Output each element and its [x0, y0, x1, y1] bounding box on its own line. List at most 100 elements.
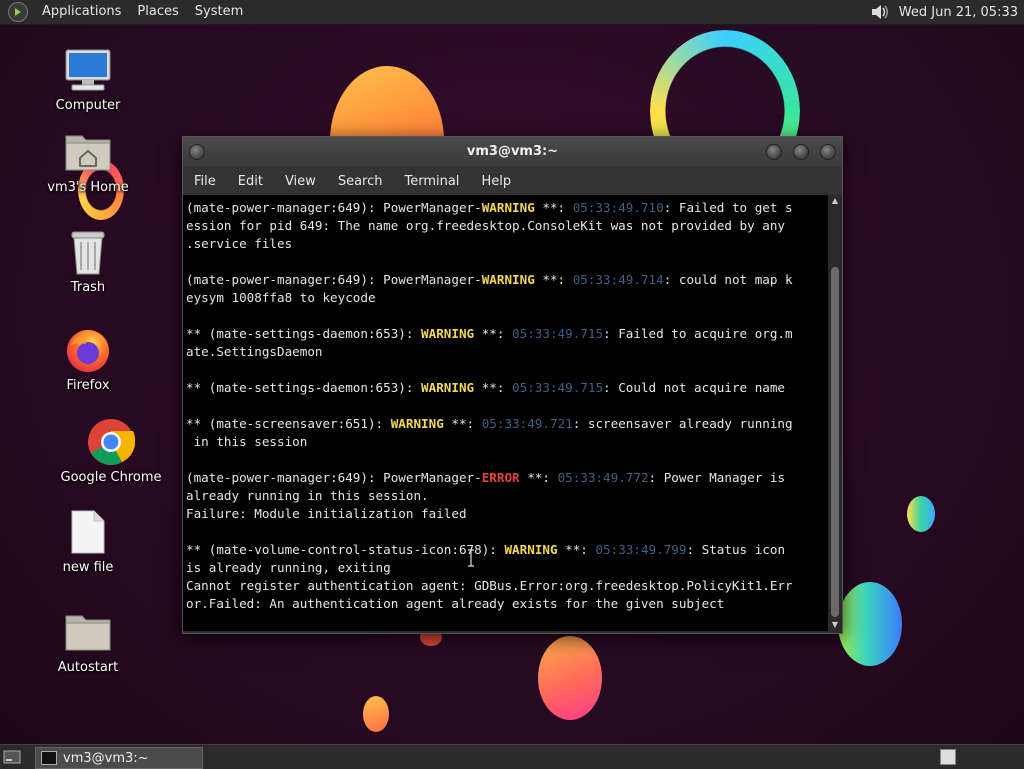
file-icon [64, 508, 112, 556]
terminal-text-segment: or.Failed: An authentication agent alrea… [186, 596, 725, 611]
maximize-icon[interactable] [793, 144, 809, 160]
volume-icon[interactable] [869, 2, 891, 22]
terminal-warning-label: WARNING [421, 380, 475, 395]
terminal-text-segment: : Power Manager is [648, 470, 786, 485]
menu-edit[interactable]: Edit [227, 174, 274, 189]
show-desktop-icon[interactable] [2, 748, 22, 766]
desktop-icon-autostart[interactable]: Autostart [33, 608, 143, 675]
menu-help[interactable]: Help [470, 174, 522, 189]
desktop-icon-home[interactable]: vm3's Home [33, 128, 143, 195]
menu-search[interactable]: Search [327, 174, 394, 189]
clock[interactable]: Wed Jun 21, 05:33 [891, 5, 1024, 20]
terminal-scrollbar[interactable]: ▲ ▼ [828, 195, 842, 631]
terminal-output[interactable]: (mate-power-manager:649): PowerManager- W… [183, 195, 828, 631]
terminal-text-segment: : Failed to acquire org.m [603, 326, 793, 341]
terminal-text-segment: Failure: Module initialization failed [186, 506, 467, 521]
desktop-icon-trash[interactable]: Trash [33, 228, 143, 295]
desktop-icon-label: Trash [70, 280, 106, 295]
terminal-text: (mate-power-manager:649): PowerManager- W… [183, 195, 828, 617]
terminal-window[interactable]: vm3@vm3:~ File Edit View Search Terminal… [182, 136, 843, 634]
terminal-line: Failure: Module initialization failed [186, 505, 825, 523]
terminal-timestamp: 05:33:49.772 [557, 470, 649, 485]
terminal-text-segment: eysym 1008ffa8 to keycode [186, 290, 376, 305]
terminal-text-segment: **: [474, 326, 513, 341]
wallpaper-orb [363, 696, 389, 732]
terminal-text-segment: ** (mate-volume-control-status-icon:678)… [186, 542, 505, 557]
terminal-text-segment: : Could not acquire name [603, 380, 786, 395]
menu-file[interactable]: File [183, 174, 227, 189]
desktop-icon-computer[interactable]: Computer [33, 46, 143, 113]
terminal-line: or.Failed: An authentication agent alrea… [186, 595, 825, 613]
terminal-text-segment: (mate-power-manager:649): PowerManager- [186, 470, 482, 485]
terminal-line: (mate-power-manager:649): PowerManager-E… [186, 469, 825, 487]
terminal-line: in this session [186, 433, 825, 451]
desktop-icon-label: Google Chrome [60, 470, 162, 485]
terminal-text-segment: already running in this session. [186, 488, 429, 503]
window-menu-icon[interactable] [189, 144, 205, 160]
taskbar-button-terminal[interactable]: vm3@vm3:~ [35, 747, 203, 769]
menu-places[interactable]: Places [129, 0, 186, 24]
desktop-icon-label: Firefox [66, 378, 110, 393]
desktop-icon-label: Autostart [57, 660, 119, 675]
terminal-timestamp: 05:33:49.710 [572, 200, 664, 215]
terminal-text-segment: ** (mate-screensaver:651): [186, 416, 391, 431]
trash-icon [64, 228, 112, 276]
menu-applications[interactable]: Applications [34, 0, 129, 24]
wallpaper-orb [838, 582, 902, 666]
scroll-down-icon[interactable]: ▼ [828, 619, 842, 631]
terminal-line: (mate-power-manager:649): PowerManager-W… [186, 199, 825, 217]
terminal-warning-label: WARNING [481, 200, 535, 215]
desktop-icon-firefox[interactable]: Firefox [33, 326, 143, 393]
terminal-line [186, 361, 825, 379]
menu-view[interactable]: View [274, 174, 327, 189]
terminal-text-segment: (mate-power-manager:649): PowerManager- [186, 272, 482, 287]
wallpaper-orb [538, 636, 602, 720]
terminal-line [186, 307, 825, 325]
window-titlebar[interactable]: vm3@vm3:~ [183, 137, 842, 167]
top-panel: Applications Places System Wed Jun 21, 0… [0, 0, 1024, 25]
minimize-icon[interactable] [766, 144, 782, 160]
terminal-menubar: File Edit View Search Terminal Help [183, 167, 842, 195]
scrollbar-thumb[interactable] [831, 267, 839, 617]
terminal-line: ** (mate-volume-control-status-icon:678)… [186, 541, 825, 559]
terminal-text-segment: : Failed to get s [663, 200, 793, 215]
window-title: vm3@vm3:~ [466, 144, 559, 159]
terminal-timestamp: 05:33:49.799 [595, 542, 687, 557]
close-icon[interactable] [820, 144, 836, 160]
terminal-text-segment: **: [534, 200, 573, 215]
text-cursor-icon [467, 549, 474, 567]
terminal-text-segment: : screensaver already running [572, 416, 793, 431]
terminal-timestamp: 05:33:49.715 [512, 380, 604, 395]
firefox-icon [64, 326, 112, 374]
folder-icon [64, 608, 112, 656]
menu-system[interactable]: System [187, 0, 251, 24]
bottom-panel: vm3@vm3:~ [0, 744, 1024, 769]
menu-terminal[interactable]: Terminal [393, 174, 470, 189]
workspace-switcher[interactable] [940, 749, 956, 765]
terminal-line: ession for pid 649: The name org.freedes… [186, 217, 825, 235]
terminal-text-segment: : could not map k [663, 272, 793, 287]
terminal-warning-label: WARNING [390, 416, 444, 431]
desktop-icon-new-file[interactable]: new file [33, 508, 143, 575]
terminal-text-segment: **: [534, 272, 573, 287]
home-folder-icon [64, 128, 112, 176]
terminal-line: (mate-power-manager:649): PowerManager-W… [186, 271, 825, 289]
terminal-line [186, 451, 825, 469]
mate-logo-icon[interactable] [8, 2, 28, 22]
scroll-up-icon[interactable]: ▲ [828, 195, 842, 207]
terminal-icon [41, 751, 57, 765]
terminal-warning-label: WARNING [421, 326, 475, 341]
terminal-line: ate.SettingsDaemon [186, 343, 825, 361]
terminal-line: eysym 1008ffa8 to keycode [186, 289, 825, 307]
terminal-line: is already running, exiting [186, 559, 825, 577]
terminal-warning-label: WARNING [504, 542, 558, 557]
terminal-line [186, 397, 825, 415]
terminal-line [186, 523, 825, 541]
desktop-icon-chrome[interactable]: Google Chrome [56, 418, 166, 485]
terminal-line: ** (mate-settings-daemon:653): WARNING *… [186, 325, 825, 343]
terminal-timestamp: 05:33:49.715 [512, 326, 604, 341]
